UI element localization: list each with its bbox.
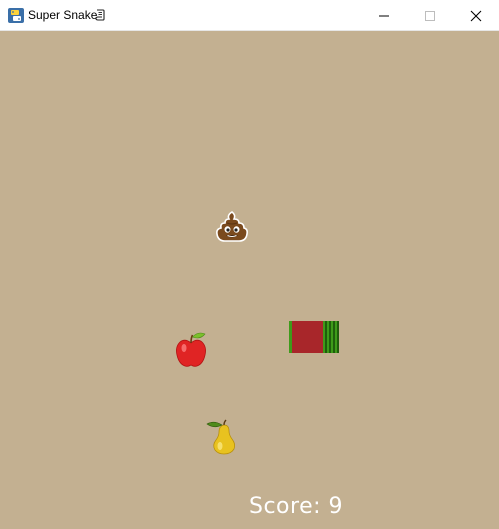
snake-body-block [289,321,323,353]
minimize-button[interactable] [361,0,407,31]
snake-segment [289,321,340,353]
pear-icon [206,419,236,455]
score-display: Score: 9 [249,494,344,519]
close-button[interactable] [453,0,499,31]
game-window: Super Snake Score: 9 [0,0,499,529]
python-app-icon [8,8,24,23]
scroll-emoji-icon [95,9,105,21]
title-bar[interactable]: Super Snake [0,0,499,31]
close-icon [470,10,482,22]
game-board: Score: 9 [0,31,499,529]
minimize-icon [379,15,389,17]
maximize-button[interactable] [407,0,453,31]
snake-stripe [337,321,339,353]
window-title: Super Snake [28,8,98,22]
apple-icon [176,332,206,367]
poop-emoji-icon [216,211,248,242]
maximize-icon [425,11,435,21]
